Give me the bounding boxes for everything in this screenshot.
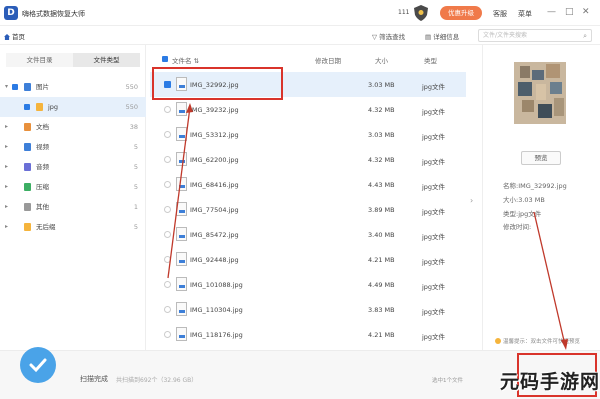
arrow-head-down <box>561 339 568 350</box>
arrow-line-down <box>533 211 566 346</box>
watermark-logo: 元码手游网 <box>500 371 600 393</box>
arrow-head-up <box>186 103 193 113</box>
annotation-arrows <box>167 103 568 350</box>
arrow-line-up <box>167 106 191 279</box>
